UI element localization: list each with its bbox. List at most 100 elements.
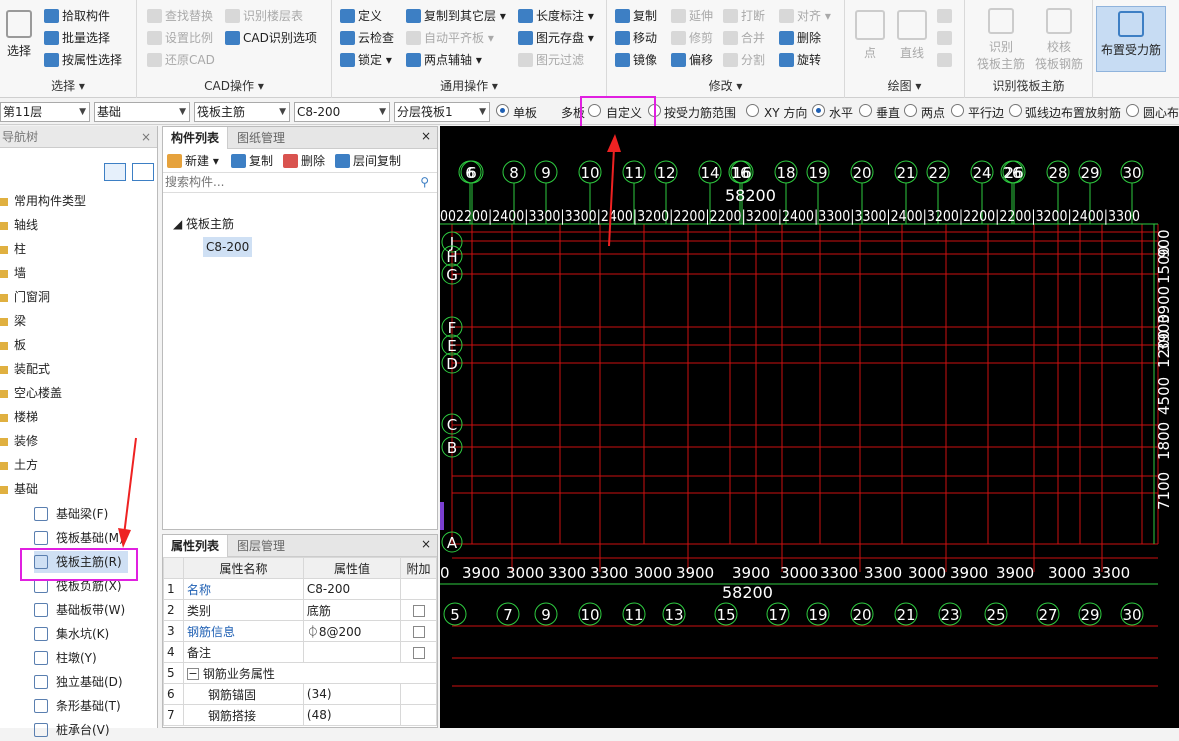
mirror-button[interactable]: 镜像	[615, 50, 657, 70]
place-force-rebar-button[interactable]: 布置受力筋	[1096, 6, 1166, 72]
copy-component-button[interactable]: 复制	[231, 151, 273, 171]
rect-icon-button[interactable]	[937, 50, 955, 70]
tab-drawing-manage[interactable]: 图纸管理	[229, 127, 293, 149]
table-row[interactable]: 5− 钢筋业务属性	[163, 662, 437, 684]
cloud-check-button[interactable]: 云检查	[340, 28, 394, 48]
nav-item[interactable]: 楼梯	[0, 406, 38, 428]
select-by-property-button[interactable]: 按属性选择	[44, 50, 122, 70]
nav-item[interactable]: 土方	[0, 454, 38, 476]
layer-select[interactable]: 分层筏板1 ▼	[394, 102, 490, 122]
line-button[interactable]: 直线	[897, 10, 927, 61]
radio-arc-radial[interactable]	[1009, 104, 1022, 117]
nav-item[interactable]: 梁	[0, 310, 26, 332]
copy-button[interactable]: 复制	[615, 6, 657, 26]
nav-item[interactable]: 常用构件类型	[0, 190, 86, 212]
align-button[interactable]: 对齐 ▾	[779, 6, 831, 26]
close-icon[interactable]: ×	[141, 126, 151, 148]
group-title-cad[interactable]: CAD操作 ▾	[137, 77, 331, 94]
batch-select-button[interactable]: 批量选择	[44, 28, 110, 48]
nav-item[interactable]: 板	[0, 334, 26, 356]
new-button[interactable]: 新建 ▾	[167, 151, 219, 171]
auto-flush-slab-button[interactable]: 自动平齐板 ▾	[406, 28, 494, 48]
move-button[interactable]: 移动	[615, 28, 657, 48]
length-dim-button[interactable]: 长度标注 ▾	[518, 6, 594, 26]
radio-xy-direction[interactable]	[746, 104, 759, 117]
tree-parent[interactable]: ◢ 筏板主筋	[173, 215, 234, 232]
trim-button[interactable]: 修剪	[671, 28, 713, 48]
tab-layer-manage[interactable]: 图层管理	[229, 535, 293, 557]
sub-item[interactable]: 筏板基础(M)	[34, 527, 124, 549]
sub-item[interactable]: 基础板带(W)	[34, 599, 125, 621]
identify-floor-table-button[interactable]: 识别楼层表	[225, 6, 303, 26]
sub-item[interactable]: 桩承台(V)	[34, 719, 110, 741]
radio-horizontal[interactable]	[812, 104, 825, 117]
nav-item[interactable]: 空心楼盖	[0, 382, 62, 404]
list-view-icon[interactable]	[104, 163, 126, 181]
close-icon[interactable]: ×	[421, 129, 431, 143]
cad-options-button[interactable]: CAD识别选项	[225, 28, 317, 48]
element-filter-button[interactable]: 图元过滤	[518, 50, 584, 70]
search-icon[interactable]: ⚲	[420, 175, 429, 189]
group-title-draw[interactable]: 绘图 ▾	[845, 77, 964, 94]
sub-item[interactable]: 柱墩(Y)	[34, 647, 97, 669]
point-button[interactable]: 点	[855, 10, 885, 61]
rotate-button[interactable]: 旋转	[779, 50, 821, 70]
nav-item[interactable]: 轴线	[0, 214, 38, 236]
tree-child-selected[interactable]: C8-200	[203, 237, 253, 257]
copy-to-floor-button[interactable]: 复制到其它层 ▾	[406, 6, 506, 26]
delete-component-button[interactable]: 删除	[283, 151, 325, 171]
checkbox[interactable]	[412, 646, 425, 659]
cad-drawing[interactable]: 66 8 9 10 11 12 14 1616 18 19 20 21 22 24 2626 28 29 305 7…	[440, 126, 1179, 728]
nav-item[interactable]: 装配式	[0, 358, 50, 380]
pick-component-button[interactable]: 拾取构件	[44, 6, 110, 26]
collapse-icon[interactable]: −	[187, 668, 199, 680]
radio-two-point[interactable]	[904, 104, 917, 117]
sub-item[interactable]: 集水坑(K)	[34, 623, 109, 645]
circle-icon-button[interactable]	[937, 28, 955, 48]
group-title-modify[interactable]: 修改 ▾	[607, 77, 844, 94]
table-row[interactable]: 2 类别 底筋	[163, 599, 437, 621]
nav-item-foundation[interactable]: 基础	[0, 478, 38, 500]
checkbox[interactable]	[412, 625, 425, 638]
extend-button[interactable]: 延伸	[671, 6, 713, 26]
sub-item[interactable]: 基础梁(F)	[34, 503, 108, 525]
tab-component-list[interactable]: 构件列表	[163, 127, 229, 149]
radio-parallel-edge[interactable]	[951, 104, 964, 117]
search-input[interactable]	[165, 173, 405, 191]
break-button[interactable]: 打断	[723, 6, 765, 26]
nav-item[interactable]: 柱	[0, 238, 26, 260]
radio-vertical[interactable]	[859, 104, 872, 117]
arc-icon-button[interactable]	[937, 6, 955, 26]
group-title-common[interactable]: 通用操作 ▾	[332, 77, 606, 94]
merge-button[interactable]: 合并	[723, 28, 765, 48]
nav-item[interactable]: 装修	[0, 430, 38, 452]
floor-copy-button[interactable]: 层间复制	[335, 151, 401, 171]
select-button[interactable]: 选择	[4, 10, 34, 59]
table-row[interactable]: 3 钢筋信息 ⏀8@200	[163, 620, 437, 642]
restore-cad-button[interactable]: 还原CAD	[147, 50, 215, 70]
two-point-axis-button[interactable]: 两点辅轴 ▾	[406, 50, 482, 70]
table-row[interactable]: 7 钢筋搭接 (48)	[163, 704, 437, 726]
define-button[interactable]: 定义	[340, 6, 382, 26]
table-row[interactable]: 6 钢筋锚固 (34)	[163, 683, 437, 705]
group-title-select[interactable]: 选择 ▾	[0, 77, 136, 94]
identify-raft-main-button[interactable]: 识别 筏板主筋	[973, 8, 1029, 72]
sub-item[interactable]: 条形基础(T)	[34, 695, 121, 717]
type-select[interactable]: 筏板主筋 ▼	[194, 102, 290, 122]
nav-item[interactable]: 墙	[0, 262, 26, 284]
floor-select[interactable]: 第11层 ▼	[0, 102, 90, 122]
set-scale-button[interactable]: 设置比例	[147, 28, 213, 48]
checkbox[interactable]	[412, 604, 425, 617]
delete-button[interactable]: 删除	[779, 28, 821, 48]
split-button[interactable]: 分割	[723, 50, 765, 70]
tab-property-list[interactable]: 属性列表	[163, 535, 229, 557]
find-replace-button[interactable]: 查找替换	[147, 6, 213, 26]
category-select[interactable]: 基础 ▼	[94, 102, 190, 122]
radio-center[interactable]	[1126, 104, 1139, 117]
table-row[interactable]: 1 名称 C8-200	[163, 578, 437, 600]
sub-item[interactable]: 独立基础(D)	[34, 671, 123, 693]
check-raft-rebar-button[interactable]: 校核 筏板钢筋	[1031, 8, 1087, 72]
table-row[interactable]: 4 备注	[163, 641, 437, 663]
lock-button[interactable]: 锁定 ▾	[340, 50, 392, 70]
nav-item[interactable]: 门窗洞	[0, 286, 50, 308]
